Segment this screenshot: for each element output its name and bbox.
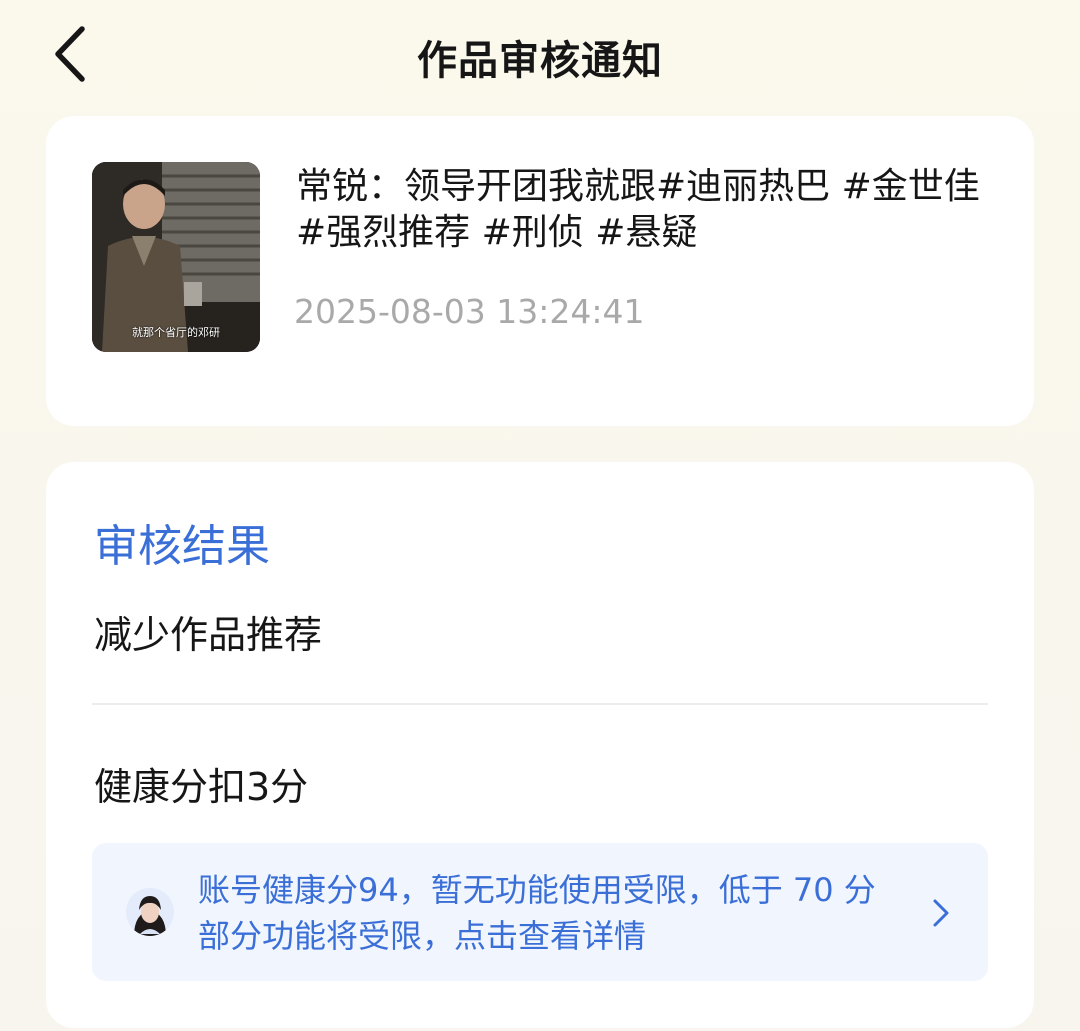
- video-card[interactable]: 就那个省厅的邓研 常锐：领导开团我就跟#迪丽热巴 #金世佳 #强烈推荐 #刑侦 …: [46, 116, 1034, 426]
- health-score-notice[interactable]: 账号健康分94，暂无功能使用受限，低于 70 分部分功能将受限，点击查看详情: [92, 843, 988, 981]
- thumbnail-caption: 就那个省厅的邓研: [132, 326, 220, 339]
- avatar: [126, 888, 174, 936]
- video-title[interactable]: 常锐：领导开团我就跟#迪丽热巴 #金世佳 #强烈推荐 #刑侦 #悬疑: [296, 164, 986, 256]
- divider: [92, 703, 988, 705]
- health-score-deduction: 健康分扣3分: [94, 765, 309, 809]
- chevron-right-icon: [928, 895, 954, 931]
- section-title: 审核结果: [94, 521, 270, 572]
- review-result-card: 审核结果 减少作品推荐 健康分扣3分 账号健康分94，暂无功能使用受限，低于 7…: [46, 462, 1034, 1028]
- notice-text: 账号健康分94，暂无功能使用受限，低于 70 分部分功能将受限，点击查看详情: [198, 871, 876, 955]
- avatar-image: [126, 888, 174, 936]
- video-thumbnail[interactable]: 就那个省厅的邓研: [92, 162, 260, 352]
- top-bar: 作品审核通知: [0, 0, 1080, 110]
- page: 作品审核通知 就那个省厅的邓研 常锐：领导开团我就跟#迪丽热巴 #金世佳 #强烈…: [0, 0, 1080, 1031]
- review-outcome: 减少作品推荐: [94, 613, 323, 657]
- page-title: 作品审核通知: [417, 38, 663, 84]
- video-timestamp: 2025-08-03 13:24:41: [294, 292, 645, 331]
